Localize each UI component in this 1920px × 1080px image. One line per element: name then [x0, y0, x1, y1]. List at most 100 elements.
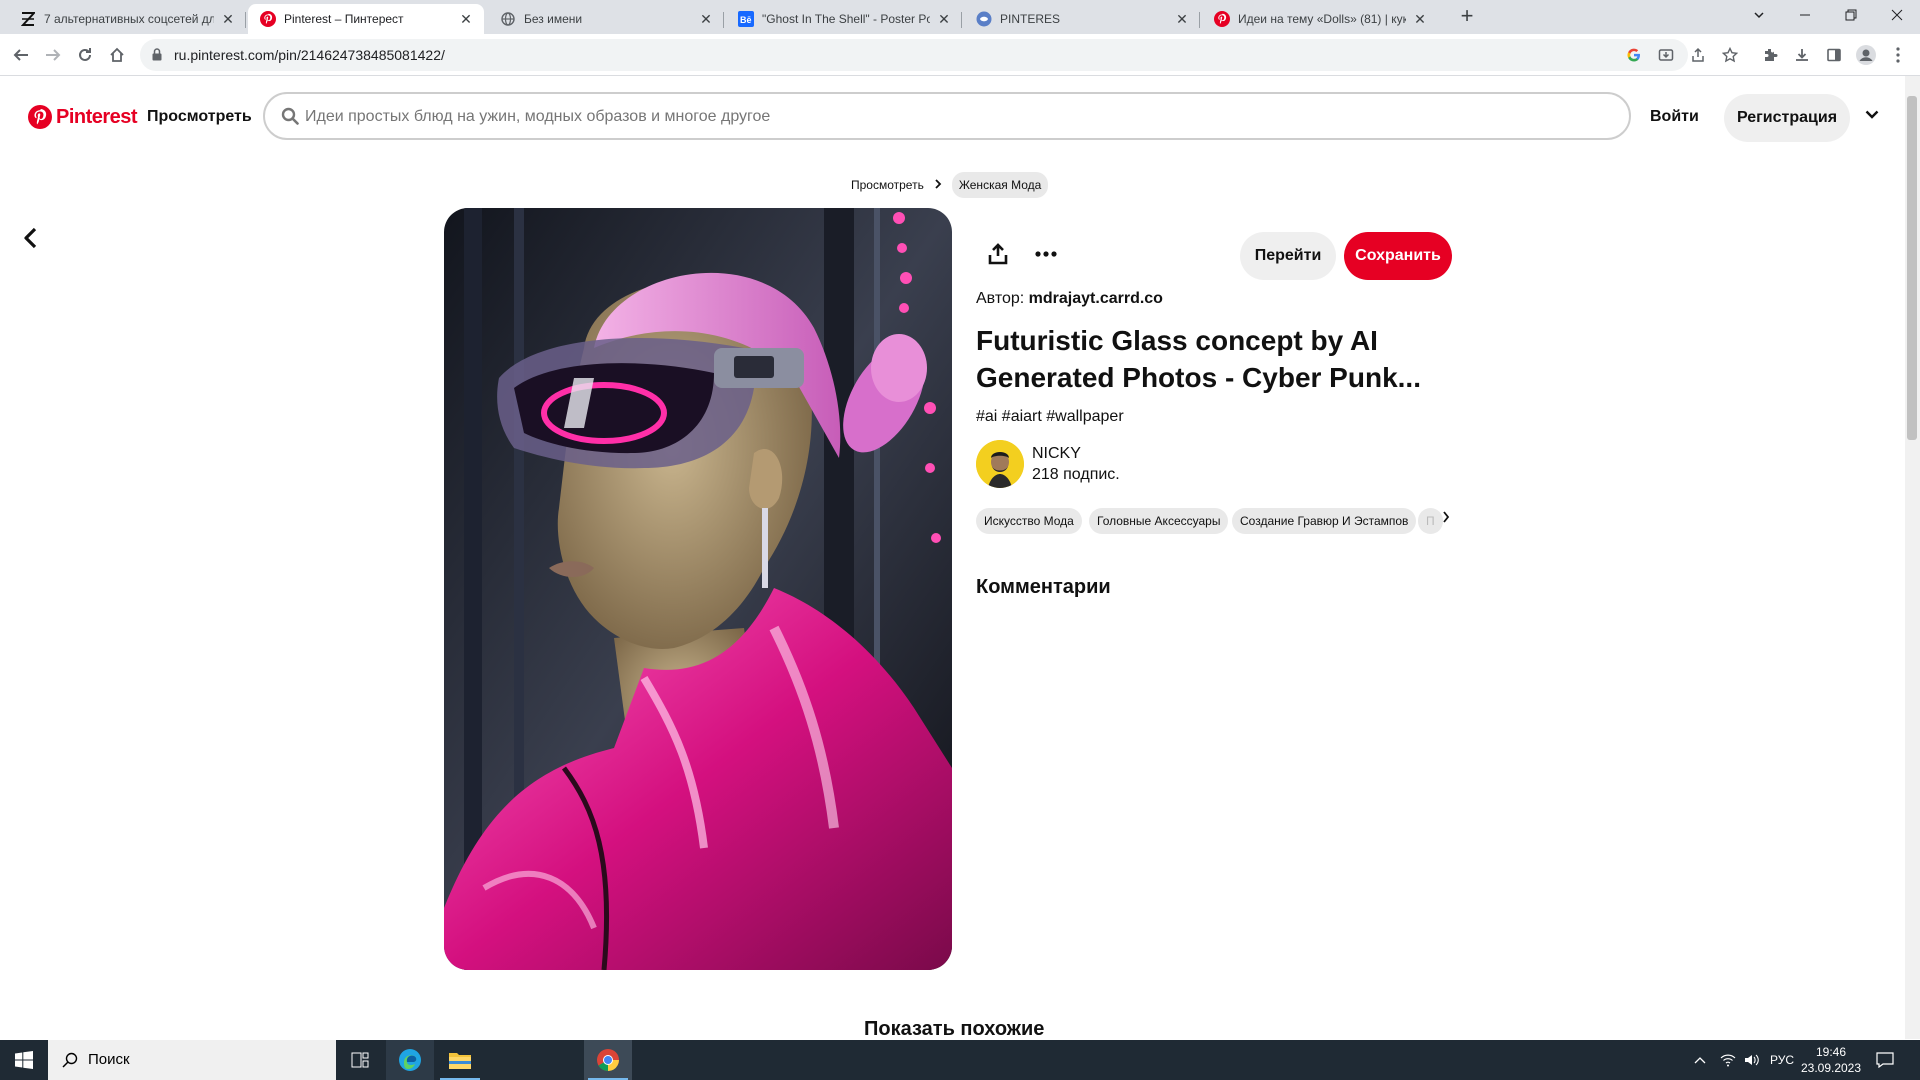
bookmark-star-icon[interactable] — [1716, 41, 1744, 69]
network-icon[interactable] — [1720, 1040, 1736, 1080]
browser-tab-strip: 7 альтернативных соцсетей для ✕ Pinteres… — [0, 0, 1920, 34]
pin-author: Автор: mdrajayt.carrd.co — [976, 290, 1163, 308]
taskbar-search-label: Поиск — [88, 1051, 130, 1068]
forward-arrow-icon[interactable] — [39, 41, 67, 69]
pin-hashtags[interactable]: #ai #aiart #wallpaper — [976, 408, 1124, 426]
globe-icon — [500, 11, 516, 27]
browser-tab[interactable]: 7 альтернативных соцсетей для ✕ — [8, 4, 246, 34]
close-icon[interactable]: ✕ — [1412, 11, 1428, 27]
close-icon[interactable]: ✕ — [220, 11, 236, 27]
browser-tab[interactable]: Bē "Ghost In The Shell" - Poster Pos ✕ — [726, 4, 962, 34]
avatar[interactable] — [976, 440, 1024, 488]
windows-start-icon[interactable] — [0, 1040, 48, 1080]
windows-taskbar: Поиск РУС 19:46 23.09.2023 — [0, 1040, 1920, 1080]
tag-chip[interactable]: П — [1418, 508, 1443, 534]
tab-title: Без имени — [524, 12, 583, 26]
notifications-icon[interactable] — [1876, 1040, 1894, 1080]
minimize-button[interactable] — [1782, 0, 1828, 30]
zen-icon — [20, 11, 36, 27]
close-icon[interactable]: ✕ — [936, 11, 952, 27]
tab-search-icon[interactable] — [1736, 0, 1782, 30]
volume-icon[interactable] — [1744, 1040, 1760, 1080]
related-tags: Искусство Мода Головные Аксессуары Созда… — [976, 508, 1456, 534]
yandex-disk-icon — [976, 11, 992, 27]
profile-icon[interactable] — [1852, 41, 1880, 69]
show-similar-heading: Показать похожие — [864, 1018, 1045, 1040]
tab-title: Pinterest – Пинтерест — [284, 12, 404, 26]
breadcrumb-root[interactable]: Просмотреть — [851, 178, 924, 192]
restore-button[interactable] — [1828, 0, 1874, 30]
extensions-icon[interactable] — [1756, 41, 1784, 69]
tag-chip[interactable]: Головные Аксессуары — [1089, 508, 1229, 534]
pinterest-logo[interactable]: Pinterest — [28, 105, 138, 129]
download-icon[interactable] — [1788, 41, 1816, 69]
save-button[interactable]: Сохранить — [1344, 232, 1452, 280]
back-arrow-icon[interactable] — [22, 226, 40, 255]
author-link[interactable]: mdrajayt.carrd.co — [1029, 290, 1163, 307]
home-icon[interactable] — [103, 41, 131, 69]
side-panel-icon[interactable] — [1820, 41, 1848, 69]
chrome-icon[interactable] — [584, 1040, 632, 1080]
more-options-icon[interactable] — [1034, 242, 1058, 271]
url-text: ru.pinterest.com/pin/214624738485081422/ — [174, 47, 445, 63]
language-indicator[interactable]: РУС — [1770, 1040, 1794, 1080]
google-icon[interactable] — [1620, 41, 1648, 69]
browser-tab[interactable]: Идеи на тему «Dolls» (81) | кукл ✕ — [1202, 4, 1438, 34]
search-placeholder: Идеи простых блюд на ужин, модных образо… — [305, 108, 771, 125]
lock-icon[interactable] — [152, 48, 162, 66]
taskbar-clock[interactable]: 19:46 23.09.2023 — [1800, 1044, 1862, 1076]
install-app-icon[interactable] — [1652, 41, 1680, 69]
tag-chip[interactable]: Искусство Мода — [976, 508, 1082, 534]
scrollbar-thumb[interactable] — [1907, 96, 1917, 440]
close-icon[interactable]: ✕ — [458, 11, 474, 27]
chevron-down-icon[interactable] — [1864, 106, 1880, 127]
close-icon[interactable]: ✕ — [698, 11, 714, 27]
pin-image[interactable] — [444, 208, 952, 970]
menu-kebab-icon[interactable] — [1884, 41, 1912, 69]
pin-title: Futuristic Glass concept by AI Generated… — [976, 325, 1421, 393]
clock-time: 19:46 — [1815, 1045, 1847, 1059]
browser-tab[interactable]: PINTERES ✕ — [964, 4, 1200, 34]
login-button[interactable]: Войти — [1650, 108, 1699, 126]
behance-icon: Bē — [738, 11, 754, 27]
goto-button[interactable]: Перейти — [1240, 232, 1336, 280]
tab-title: 7 альтернативных соцсетей для — [44, 12, 214, 26]
user-name[interactable]: NICKY — [1032, 445, 1081, 463]
edge-icon[interactable] — [386, 1040, 434, 1080]
close-icon[interactable]: ✕ — [1174, 11, 1190, 27]
search-icon — [62, 1052, 78, 1073]
chevron-right-icon[interactable] — [1442, 510, 1450, 526]
close-window-button[interactable] — [1874, 0, 1920, 30]
pinterest-icon — [28, 105, 52, 129]
address-bar[interactable]: ru.pinterest.com/pin/214624738485081422/ — [140, 39, 1688, 71]
file-explorer-icon[interactable] — [436, 1040, 484, 1080]
chevron-right-icon — [934, 178, 942, 192]
task-view-icon[interactable] — [336, 1040, 384, 1080]
pinterest-icon — [260, 11, 276, 27]
breadcrumb: Просмотреть Женская Мода — [851, 172, 1049, 198]
taskbar-search[interactable]: Поиск — [48, 1040, 336, 1080]
chevron-up-icon[interactable] — [1694, 1040, 1706, 1080]
new-tab-button[interactable]: + — [1453, 4, 1481, 30]
reload-icon[interactable] — [71, 41, 99, 69]
tab-title: Идеи на тему «Dolls» (81) | кукл — [1238, 12, 1406, 26]
user-subscribers: 218 подпис. — [1032, 466, 1120, 483]
browse-link[interactable]: Просмотреть — [147, 108, 252, 126]
comments-heading: Комментарии — [976, 576, 1111, 598]
browser-tab[interactable]: Без имени ✕ — [488, 4, 724, 34]
back-arrow-icon[interactable] — [7, 41, 35, 69]
site-header: Pinterest Просмотреть Идеи простых блюд … — [0, 78, 1905, 158]
signup-button[interactable]: Регистрация — [1724, 94, 1850, 142]
browser-tab-active[interactable]: Pinterest – Пинтерест ✕ — [248, 4, 484, 34]
tag-chip[interactable]: Создание Гравюр И Эстампов — [1232, 508, 1417, 534]
search-input[interactable]: Идеи простых блюд на ужин, модных образо… — [263, 92, 1631, 140]
logo-text: Pinterest — [56, 105, 138, 128]
clock-date: 23.09.2023 — [1800, 1061, 1862, 1075]
browser-toolbar: ru.pinterest.com/pin/214624738485081422/ — [0, 34, 1920, 76]
share-icon[interactable] — [1684, 41, 1712, 69]
breadcrumb-current[interactable]: Женская Мода — [951, 172, 1049, 198]
author-prefix: Автор: — [976, 290, 1025, 307]
tab-title: PINTERES — [1000, 12, 1061, 26]
search-icon — [281, 107, 299, 130]
share-icon[interactable] — [986, 242, 1010, 271]
